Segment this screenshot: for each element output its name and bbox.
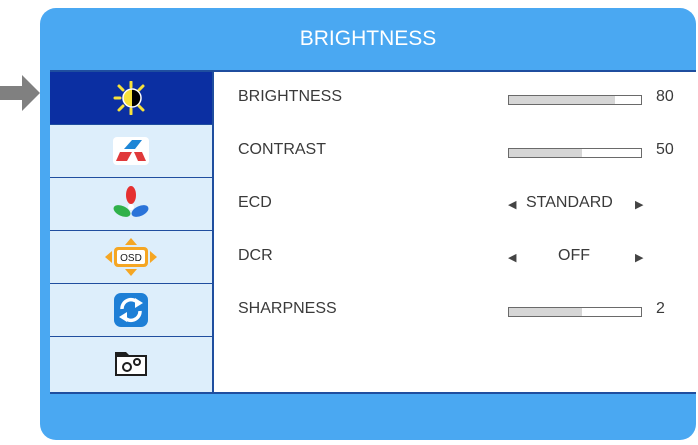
slider-fill (509, 308, 582, 316)
setting-value: 50 (656, 141, 674, 158)
setting-row-contrast[interactable]: CONTRAST 50 (214, 125, 696, 177)
reset-icon (114, 293, 148, 327)
slider-fill (509, 149, 582, 157)
settings-list: BRIGHTNESS 80 CONTRAST 50 ECD ◀ STANDARD… (214, 72, 696, 392)
sharpness-slider[interactable] (508, 307, 642, 317)
arrow-right-icon[interactable]: ▶ (635, 251, 643, 264)
sidebar-item-reset[interactable] (50, 284, 212, 337)
sidebar-item-osd[interactable]: OSD (50, 231, 212, 284)
color-icon (113, 186, 149, 217)
setting-row-sharpness[interactable]: SHARPNESS 2 (214, 284, 696, 336)
brightness-slider[interactable] (508, 95, 642, 105)
menu-content: OSD BRIGHTNESS 80 CONTRAST 50 ECD ◀ STAN… (50, 70, 696, 394)
settings-gear-icon (115, 352, 147, 376)
setting-label: DCR (238, 247, 273, 264)
arrow-right-icon[interactable]: ▶ (635, 198, 643, 211)
sidebar-item-brightness[interactable] (50, 72, 212, 125)
sidebar-item-image[interactable] (50, 125, 212, 178)
setting-row-dcr[interactable]: DCR ◀ OFF ▶ (214, 231, 696, 283)
arrow-left-icon[interactable]: ◀ (508, 251, 516, 264)
osd-panel: BRIGHTNESS OSD BRIGHTNESS 80 CONTRAST 50… (40, 8, 696, 440)
setting-label: CONTRAST (238, 141, 326, 158)
setting-row-ecd[interactable]: ECD ◀ STANDARD ▶ (214, 178, 696, 230)
setting-choice: OFF (558, 247, 590, 264)
arrow-left-icon[interactable]: ◀ (508, 198, 516, 211)
setting-label: ECD (238, 194, 272, 211)
setting-label: BRIGHTNESS (238, 88, 343, 105)
page-title: BRIGHTNESS (299, 27, 437, 50)
setting-label: SHARPNESS (238, 300, 337, 317)
setting-row-brightness[interactable]: BRIGHTNESS 80 (214, 72, 696, 124)
contrast-slider[interactable] (508, 148, 642, 158)
sidebar-item-settings[interactable] (50, 337, 212, 389)
setting-value: 2 (656, 300, 665, 317)
selection-pointer-icon (0, 75, 40, 111)
sidebar: OSD (50, 72, 214, 392)
setting-value: 80 (656, 88, 674, 105)
osd-badge: OSD (120, 253, 142, 264)
slider-fill (509, 96, 615, 104)
setting-choice: STANDARD (526, 194, 613, 211)
brightness-contrast-icon (113, 81, 145, 115)
image-shape-icon (113, 137, 149, 165)
osd-icon: OSD (105, 238, 157, 276)
sidebar-item-color[interactable] (50, 178, 212, 231)
